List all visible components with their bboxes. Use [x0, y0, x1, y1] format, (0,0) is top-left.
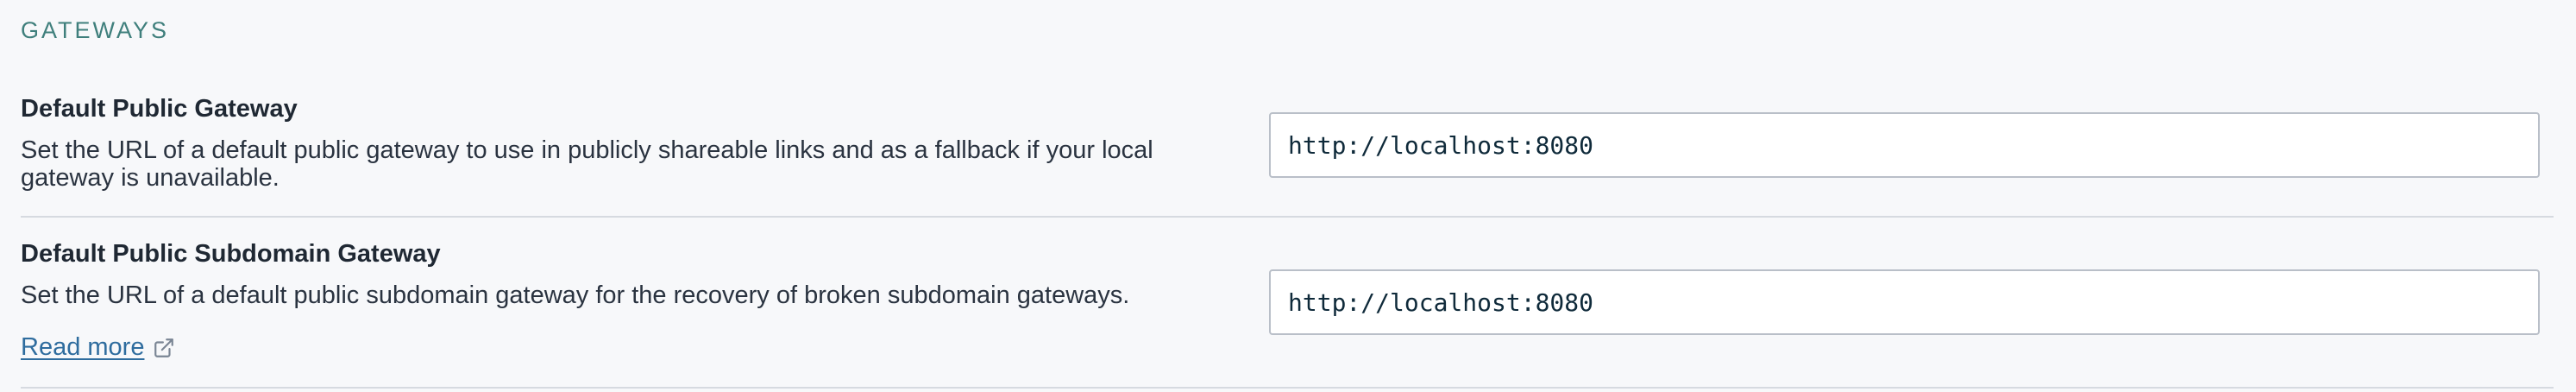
read-more-link[interactable]: Read more [21, 333, 175, 362]
subdomain-gateway-title: Default Public Subdomain Gateway [21, 240, 441, 268]
subdomain-gateway-description: Set the URL of a default public subdomai… [21, 281, 1130, 309]
section-heading: GATEWAYS [21, 17, 170, 43]
public-gateway-row: Default Public Gateway Set the URL of a … [21, 95, 2554, 218]
subdomain-gateway-input[interactable] [1269, 269, 2540, 335]
divider [21, 216, 2554, 218]
external-link-icon [153, 337, 175, 359]
divider [21, 387, 2554, 389]
public-gateway-title: Default Public Gateway [21, 95, 298, 123]
subdomain-gateway-row: Default Public Subdomain Gateway Set the… [21, 240, 2554, 389]
public-gateway-description: Set the URL of a default public gateway … [21, 136, 1153, 192]
read-more-label: Read more [21, 333, 145, 361]
public-gateway-input[interactable] [1269, 112, 2540, 178]
